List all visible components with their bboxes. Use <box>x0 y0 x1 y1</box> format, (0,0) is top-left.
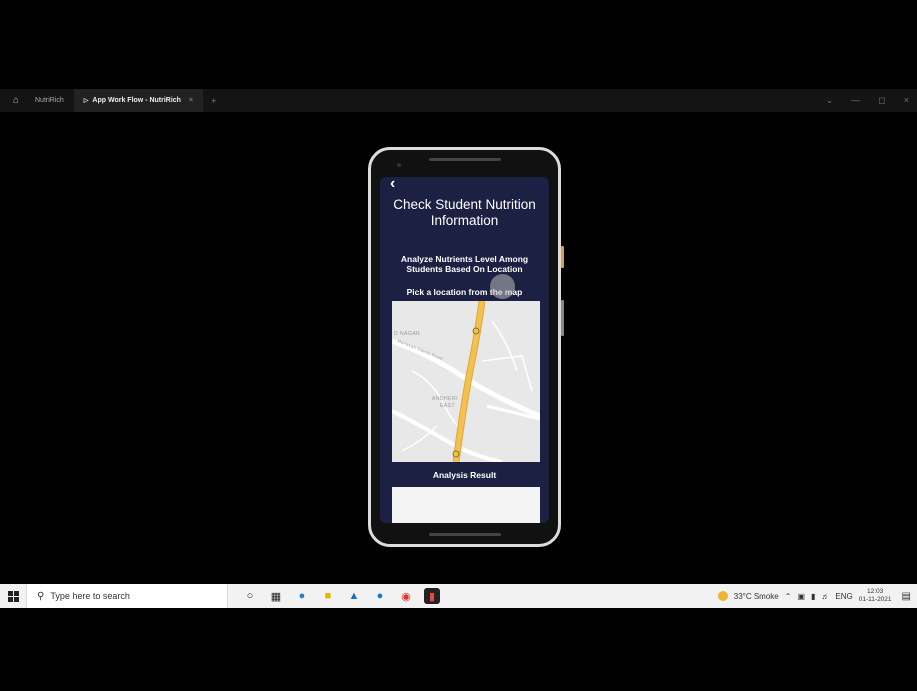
windows-start-icon[interactable] <box>0 590 26 602</box>
back-arrow-icon[interactable]: ‹ <box>390 177 395 193</box>
chrome-icon[interactable]: ◉ <box>398 588 414 604</box>
phone-side-button <box>561 246 564 268</box>
weather-icon[interactable] <box>717 591 728 601</box>
mail-icon[interactable]: ● <box>372 588 388 604</box>
restore-icon[interactable]: ◻ <box>878 95 885 106</box>
map-graphic <box>392 301 540 462</box>
page-title: Check Student Nutrition Information <box>393 197 536 228</box>
touch-indicator <box>490 274 515 299</box>
close-window-icon[interactable]: × <box>904 95 909 106</box>
app-screen: ‹ Check Student Nutrition Information An… <box>380 177 549 523</box>
volume-icon[interactable]: ♬ <box>821 592 829 601</box>
taskbar-search[interactable]: ⚲ Type here to search <box>26 584 228 608</box>
chevron-up-icon[interactable]: ⌃ <box>785 592 792 601</box>
tab-app-work-flow[interactable]: ▷ App Work Flow - NutriRich × <box>73 89 204 112</box>
notification-icon[interactable]: ▤ <box>902 591 911 602</box>
add-tab-icon[interactable]: + <box>203 96 224 106</box>
map-label-nagar: D NAGAR <box>394 331 421 337</box>
minimize-icon[interactable]: — <box>851 95 860 106</box>
pick-location-label: Pick a location from the map <box>406 287 523 297</box>
tab-label: NutriRich <box>35 97 64 104</box>
search-icon: ⚲ <box>37 590 45 602</box>
map-label-east: EAST <box>440 403 456 409</box>
location-map[interactable]: D NAGAR Mahakali Caves Road ANDHERI EAST <box>392 301 540 462</box>
chevron-down-icon[interactable]: ⌄ <box>826 95 834 106</box>
store-icon[interactable]: ▲ <box>346 588 362 604</box>
home-icon[interactable]: ⌂ <box>7 95 25 106</box>
battery-icon[interactable]: ▮ <box>811 592 815 601</box>
close-icon[interactable]: × <box>189 97 193 104</box>
tab-label: App Work Flow - NutriRich <box>92 97 181 104</box>
tab-nutririch[interactable]: NutriRich <box>25 89 74 112</box>
task-view-icon[interactable]: ▦ <box>268 588 284 604</box>
clock-time: 12:03 <box>867 588 884 595</box>
page-subtitle: Analyze Nutrients Level Among Students B… <box>400 254 529 274</box>
clock-date: 01-11-2021 <box>858 596 892 603</box>
window-controls: ⌄ — ◻ × <box>826 95 917 106</box>
edge-icon[interactable]: ● <box>294 588 310 604</box>
phone-home-bar <box>429 533 501 536</box>
file-explorer-icon[interactable]: ■ <box>320 588 336 604</box>
app-tab-bar: ⌂ NutriRich ▷ App Work Flow - NutriRich … <box>0 89 917 112</box>
phone-speaker <box>429 158 501 161</box>
network-icon[interactable]: ▣ <box>797 592 805 601</box>
clock[interactable]: 12:03 01-11-2021 <box>859 588 892 604</box>
phone-volume-button <box>561 300 564 336</box>
map-label-andheri: ANDHERI <box>432 396 459 402</box>
cortana-icon[interactable]: ○ <box>242 588 258 604</box>
phone-camera <box>397 163 401 167</box>
windows-taskbar: ⚲ Type here to search ○ ▦ ● ■ ▲ ● ◉ ▮ 33… <box>0 584 917 608</box>
phone-frame: ‹ Check Student Nutrition Information An… <box>368 147 564 547</box>
analysis-result-label: Analysis Result <box>432 470 497 480</box>
lang-indicator[interactable]: ENG <box>835 592 852 601</box>
play-icon: ▷ <box>83 98 89 104</box>
system-tray: 33°C Smoke ⌃ ▣ ▮ ♬ ENG 12:03 01-11-2021 … <box>717 588 917 604</box>
search-placeholder: Type here to search <box>50 591 130 601</box>
weather-text[interactable]: 33°C Smoke <box>734 592 779 601</box>
figma-icon[interactable]: ▮ <box>424 588 440 604</box>
taskbar-apps: ○ ▦ ● ■ ▲ ● ◉ ▮ <box>242 588 440 604</box>
analysis-result-box <box>392 487 540 523</box>
